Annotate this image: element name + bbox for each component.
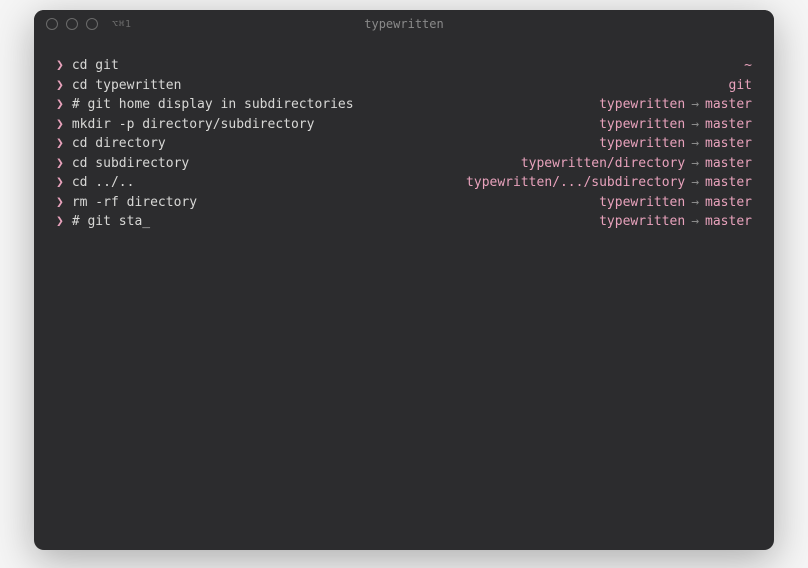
command-text: cd directory — [72, 134, 166, 154]
arrow-icon: → — [691, 212, 699, 232]
terminal-line: ❯ cd ../.. typewritten/.../subdirectory … — [56, 173, 752, 193]
arrow-icon: → — [691, 95, 699, 115]
git-branch: master — [705, 173, 752, 193]
git-branch: master — [705, 115, 752, 135]
git-branch: master — [705, 95, 752, 115]
prompt-symbol: ❯ — [56, 95, 64, 115]
prompt-right: typewritten/directory → master — [521, 154, 752, 174]
terminal-line: ❯ # git sta_ typewritten → master — [56, 212, 752, 232]
command-text: rm -rf directory — [72, 193, 197, 213]
maximize-button[interactable] — [86, 18, 98, 30]
command-text: cd subdirectory — [72, 154, 189, 174]
git-branch: master — [705, 193, 752, 213]
prompt-symbol: ❯ — [56, 56, 64, 76]
arrow-icon: → — [691, 173, 699, 193]
prompt-left: ❯ cd git — [56, 56, 119, 76]
prompt-left: ❯ rm -rf directory — [56, 193, 197, 213]
prompt-symbol: ❯ — [56, 134, 64, 154]
terminal-line: ❯ cd typewritten git — [56, 76, 752, 96]
terminal-line: ❯ cd git ~ — [56, 56, 752, 76]
prompt-right: typewritten → master — [599, 134, 752, 154]
prompt-symbol: ❯ — [56, 173, 64, 193]
prompt-left: ❯ # git home display in subdirectories — [56, 95, 354, 115]
arrow-icon: → — [691, 193, 699, 213]
terminal-line: ❯ cd directory typewritten → master — [56, 134, 752, 154]
prompt-symbol: ❯ — [56, 154, 64, 174]
prompt-right: ~ — [744, 56, 752, 76]
prompt-left: ❯ mkdir -p directory/subdirectory — [56, 115, 314, 135]
close-button[interactable] — [46, 18, 58, 30]
shell-indicator: ⌥⌘1 — [112, 19, 132, 30]
prompt-symbol: ❯ — [56, 76, 64, 96]
command-text: # git sta — [72, 212, 142, 232]
titlebar: ⌥⌘1 typewritten — [34, 10, 774, 38]
prompt-symbol: ❯ — [56, 115, 64, 135]
command-text: # git home display in subdirectories — [72, 95, 354, 115]
terminal-line: ❯ # git home display in subdirectories t… — [56, 95, 752, 115]
prompt-right: typewritten/.../subdirectory → master — [466, 173, 752, 193]
context-path: typewritten/directory — [521, 154, 685, 174]
command-text: cd typewritten — [72, 76, 182, 96]
command-text: cd ../.. — [72, 173, 135, 193]
git-branch: master — [705, 154, 752, 174]
window-title: typewritten — [364, 17, 443, 31]
traffic-lights — [46, 18, 98, 30]
prompt-symbol: ❯ — [56, 193, 64, 213]
arrow-icon: → — [691, 154, 699, 174]
prompt-right: typewritten → master — [599, 95, 752, 115]
terminal-line: ❯ rm -rf directory typewritten → master — [56, 193, 752, 213]
prompt-symbol: ❯ — [56, 212, 64, 232]
context-path: typewritten — [599, 115, 685, 135]
cursor: _ — [142, 212, 150, 232]
context-path: typewritten/.../subdirectory — [466, 173, 685, 193]
prompt-right: typewritten → master — [599, 115, 752, 135]
git-branch: master — [705, 134, 752, 154]
context-path: ~ — [744, 56, 752, 76]
git-branch: master — [705, 212, 752, 232]
prompt-left: ❯ cd subdirectory — [56, 154, 189, 174]
terminal-body[interactable]: ❯ cd git ~ ❯ cd typewritten git ❯ # git … — [34, 38, 774, 250]
terminal-line: ❯ mkdir -p directory/subdirectory typewr… — [56, 115, 752, 135]
arrow-icon: → — [691, 134, 699, 154]
prompt-left: ❯ cd directory — [56, 134, 166, 154]
prompt-left: ❯ cd ../.. — [56, 173, 134, 193]
command-text: mkdir -p directory/subdirectory — [72, 115, 315, 135]
context-path: typewritten — [599, 212, 685, 232]
context-path: typewritten — [599, 193, 685, 213]
prompt-right: git — [729, 76, 752, 96]
prompt-left: ❯ # git sta_ — [56, 212, 150, 232]
terminal-line: ❯ cd subdirectory typewritten/directory … — [56, 154, 752, 174]
prompt-right: typewritten → master — [599, 212, 752, 232]
terminal-window: ⌥⌘1 typewritten ❯ cd git ~ ❯ cd typewrit… — [34, 10, 774, 550]
context-path: typewritten — [599, 95, 685, 115]
context-path: typewritten — [599, 134, 685, 154]
command-text: cd git — [72, 56, 119, 76]
prompt-right: typewritten → master — [599, 193, 752, 213]
arrow-icon: → — [691, 115, 699, 135]
prompt-left: ❯ cd typewritten — [56, 76, 181, 96]
minimize-button[interactable] — [66, 18, 78, 30]
context-path: git — [729, 76, 752, 96]
